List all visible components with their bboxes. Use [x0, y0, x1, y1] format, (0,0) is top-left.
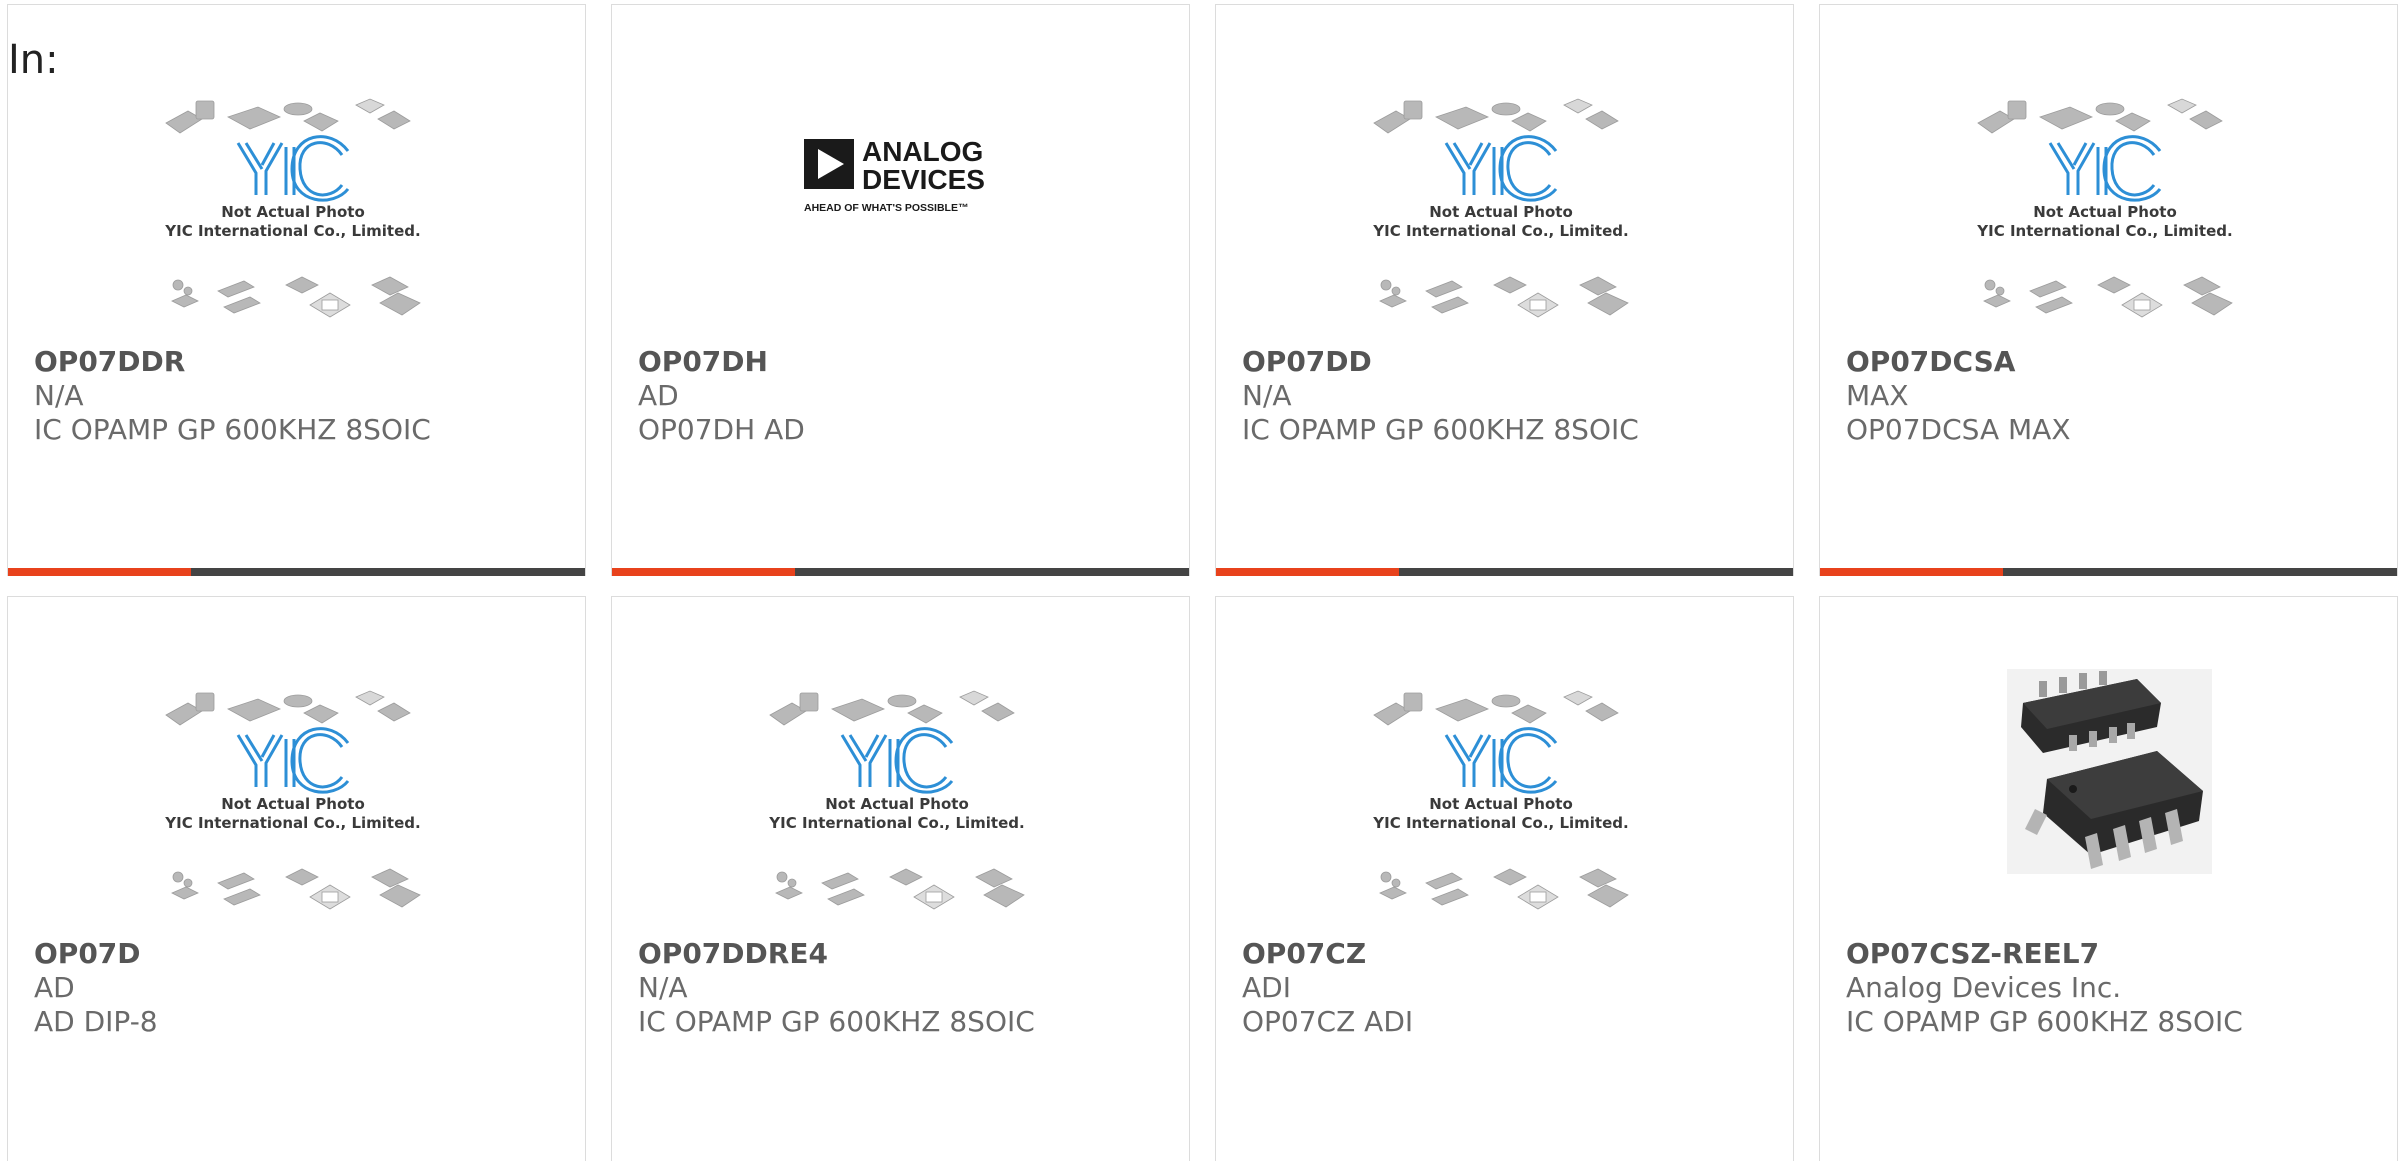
svg-text:Not Actual Photo: Not Actual Photo [221, 795, 365, 813]
product-card[interactable]: Not Actual Photo YIC International Co., … [611, 596, 1190, 1161]
product-description: OP07DCSA MAX [1846, 413, 2071, 446]
part-number[interactable]: OP07D [34, 937, 575, 971]
svg-text:DEVICES: DEVICES [862, 164, 985, 195]
product-image-placeholder: Not Actual Photo YIC International Co., … [1366, 95, 1636, 335]
svg-text:ANALOG: ANALOG [862, 136, 983, 167]
svg-text:YIC International Co., Limited: YIC International Co., Limited. [164, 222, 420, 240]
product-info: OP07DH AD OP07DH AD [638, 345, 1179, 447]
card-accent-bar [1820, 568, 2003, 576]
product-card[interactable]: Not Actual Photo YIC International Co., … [1215, 596, 1794, 1161]
svg-text:YIC International Co., Limited: YIC International Co., Limited. [1372, 814, 1628, 832]
svg-text:YIC International Co., Limited: YIC International Co., Limited. [1976, 222, 2232, 240]
part-number[interactable]: OP07DCSA [1846, 345, 2387, 379]
manufacturer: ADI [1242, 971, 1291, 1004]
product-card[interactable]: Not Actual Photo YIC International Co., … [1215, 4, 1794, 576]
product-description: OP07CZ ADI [1242, 1005, 1414, 1038]
card-accent-bar [612, 568, 795, 576]
card-bottom-bar [1820, 568, 2397, 576]
svg-text:YIC International Co., Limited: YIC International Co., Limited. [164, 814, 420, 832]
product-info: OP07DDR N/A IC OPAMP GP 600KHZ 8SOIC [34, 345, 575, 447]
product-description: IC OPAMP GP 600KHZ 8SOIC [1242, 413, 1639, 446]
manufacturer: AD [638, 379, 679, 412]
product-results-page: In: Not Actual Photo YIC International C… [0, 0, 2400, 1161]
product-info: OP07CSZ-REEL7 Analog Devices Inc. IC OPA… [1846, 937, 2387, 1039]
card-bottom-bar [8, 568, 585, 576]
svg-text:Not Actual Photo: Not Actual Photo [1429, 203, 1573, 221]
manufacturer: MAX [1846, 379, 1909, 412]
manufacturer: N/A [1242, 379, 1292, 412]
product-card[interactable]: Not Actual Photo YIC International Co., … [7, 596, 586, 1161]
product-info: OP07DDRE4 N/A IC OPAMP GP 600KHZ 8SOIC [638, 937, 1179, 1039]
svg-text:Not Actual Photo: Not Actual Photo [1429, 795, 1573, 813]
product-image-placeholder: Not Actual Photo YIC International Co., … [158, 687, 428, 927]
part-number[interactable]: OP07DDRE4 [638, 937, 1179, 971]
manufacturer: AD [34, 971, 75, 1004]
product-card[interactable]: OP07CSZ-REEL7 Analog Devices Inc. IC OPA… [1819, 596, 2398, 1161]
card-bottom-bar [1216, 568, 1793, 576]
product-description: IC OPAMP GP 600KHZ 8SOIC [638, 1005, 1035, 1038]
product-image-placeholder: Not Actual Photo YIC International Co., … [762, 687, 1032, 927]
product-card[interactable]: Not Actual Photo YIC International Co., … [1819, 4, 2398, 576]
product-card[interactable]: ANALOG DEVICES AHEAD OF WHAT'S POSSIBLE™… [611, 4, 1190, 576]
svg-text:AHEAD OF WHAT'S POSSIBLE™: AHEAD OF WHAT'S POSSIBLE™ [804, 202, 968, 214]
manufacturer: N/A [638, 971, 688, 1004]
product-info: OP07D AD AD DIP-8 [34, 937, 575, 1039]
card-accent-bar [8, 568, 191, 576]
product-info: OP07CZ ADI OP07CZ ADI [1242, 937, 1783, 1039]
part-number[interactable]: OP07DH [638, 345, 1179, 379]
part-number[interactable]: OP07DD [1242, 345, 1783, 379]
product-image-placeholder: Not Actual Photo YIC International Co., … [1970, 95, 2240, 335]
svg-text:Not Actual Photo: Not Actual Photo [2033, 203, 2177, 221]
product-card[interactable]: Not Actual Photo YIC International Co., … [7, 4, 586, 576]
part-number[interactable]: OP07DDR [34, 345, 575, 379]
svg-text:YIC International Co., Limited: YIC International Co., Limited. [768, 814, 1024, 832]
card-bottom-bar [612, 568, 1189, 576]
manufacturer: Analog Devices Inc. [1846, 971, 2122, 1004]
product-photo [2007, 669, 2212, 874]
manufacturer: N/A [34, 379, 84, 412]
product-info: OP07DCSA MAX OP07DCSA MAX [1846, 345, 2387, 447]
product-image-placeholder: Not Actual Photo YIC International Co., … [158, 95, 428, 335]
product-grid: Not Actual Photo YIC International Co., … [7, 4, 2400, 1161]
svg-text:Not Actual Photo: Not Actual Photo [221, 203, 365, 221]
product-description: IC OPAMP GP 600KHZ 8SOIC [1846, 1005, 2243, 1038]
analog-devices-logo: ANALOG DEVICES AHEAD OF WHAT'S POSSIBLE™ [800, 135, 1015, 225]
part-number[interactable]: OP07CZ [1242, 937, 1783, 971]
product-description: OP07DH AD [638, 413, 805, 446]
product-description: IC OPAMP GP 600KHZ 8SOIC [34, 413, 431, 446]
product-info: OP07DD N/A IC OPAMP GP 600KHZ 8SOIC [1242, 345, 1783, 447]
svg-text:Not Actual Photo: Not Actual Photo [825, 795, 969, 813]
part-number[interactable]: OP07CSZ-REEL7 [1846, 937, 2387, 971]
svg-text:YIC International Co., Limited: YIC International Co., Limited. [1372, 222, 1628, 240]
product-image-placeholder: Not Actual Photo YIC International Co., … [1366, 687, 1636, 927]
card-accent-bar [1216, 568, 1399, 576]
product-description: AD DIP-8 [34, 1005, 158, 1038]
filter-label: In: [8, 37, 59, 83]
